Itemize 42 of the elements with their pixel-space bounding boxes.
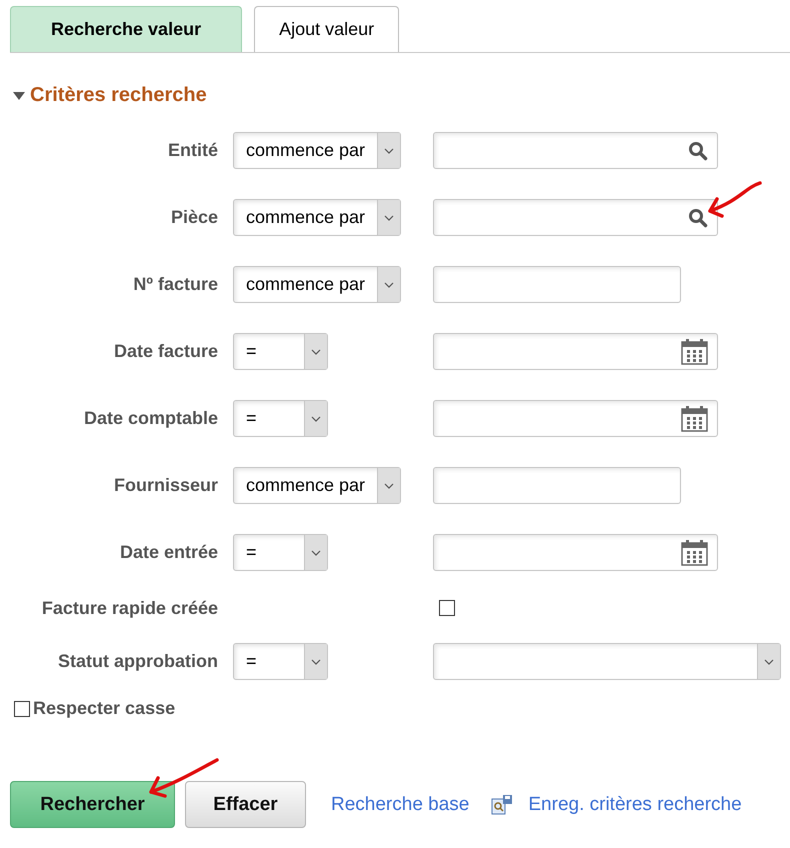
date-field[interactable] [433,333,718,370]
collapse-triangle-icon[interactable] [12,90,26,100]
calendar-icon[interactable] [681,539,708,566]
calendar-icon[interactable] [681,338,708,365]
search-button[interactable]: Rechercher [10,781,175,828]
save-search-icon[interactable] [491,794,514,816]
operator-dropdown[interactable]: commence par [233,132,402,169]
checkbox[interactable] [14,700,30,716]
date-field[interactable] [433,534,718,571]
dropdown-field[interactable] [433,643,781,680]
field-label: Entité [166,140,218,161]
tab[interactable]: Ajout valeur [254,6,400,52]
checkbox-label: Respecter casse [33,698,176,719]
field-label: Facture rapide créée [40,598,218,618]
operator-dropdown[interactable]: commence par [233,199,402,236]
link[interactable]: Recherche base [331,794,470,816]
field-label: Statut approbation [57,651,218,672]
link[interactable]: Enreg. critères recherche [528,794,742,816]
field-label: Date facture [112,341,218,362]
search-icon[interactable] [688,140,708,160]
calendar-icon[interactable] [681,405,708,432]
field-label: Date entrée [118,542,218,563]
field-label: Date comptable [82,408,218,429]
operator-dropdown[interactable]: commence par [233,467,402,504]
operator-dropdown[interactable]: commence par [233,266,402,303]
operator-dropdown[interactable]: = [233,643,328,680]
tab[interactable]: Recherche valeur [10,6,242,52]
input-field[interactable] [433,199,718,236]
operator-dropdown[interactable]: = [233,534,328,571]
search-icon[interactable] [688,208,708,228]
input-field[interactable] [433,266,681,303]
operator-dropdown[interactable]: = [233,333,328,370]
field-label: Nº facture [132,274,218,295]
date-field[interactable] [433,400,718,437]
field-label: Fournisseur [112,475,218,496]
operator-dropdown[interactable]: = [233,400,328,437]
checkbox[interactable] [439,600,455,616]
clear-button[interactable]: Effacer [185,781,306,828]
field-label: Pièce [170,207,218,228]
input-field[interactable] [433,467,681,504]
section-title[interactable]: Critères recherche [30,84,207,107]
input-field[interactable] [433,132,718,169]
